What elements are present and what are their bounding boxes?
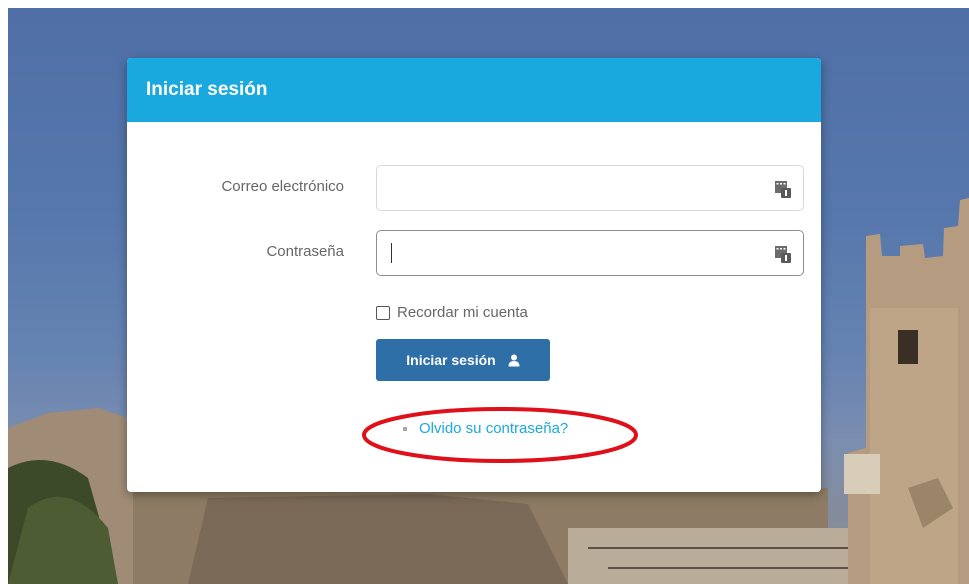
login-button-label: Iniciar sesión: [406, 352, 496, 368]
text-caret: [391, 243, 392, 263]
email-field[interactable]: [377, 166, 769, 210]
modal-title: Iniciar sesión: [146, 79, 268, 100]
modal-header: Iniciar sesión: [127, 58, 821, 122]
user-icon: [508, 354, 520, 366]
keyboard-icon[interactable]: [774, 244, 791, 263]
password-field-box: [376, 230, 804, 276]
screen: Iniciar sesión Correo electrónico Contra…: [0, 0, 969, 584]
password-field[interactable]: [377, 231, 769, 275]
login-button[interactable]: Iniciar sesión: [376, 339, 550, 381]
email-field-box: [376, 165, 804, 211]
red-ellipse-highlight: [362, 407, 638, 463]
remember-checkbox[interactable]: [376, 305, 390, 320]
email-row: Correo electrónico: [127, 165, 821, 211]
password-label: Contraseña: [266, 243, 344, 260]
email-label: Correo electrónico: [221, 178, 344, 195]
keyboard-icon[interactable]: [774, 179, 791, 198]
remember-label: Recordar mi cuenta: [397, 304, 528, 321]
password-row: Contraseña: [127, 230, 821, 276]
remember-option[interactable]: Recordar mi cuenta: [376, 304, 528, 321]
